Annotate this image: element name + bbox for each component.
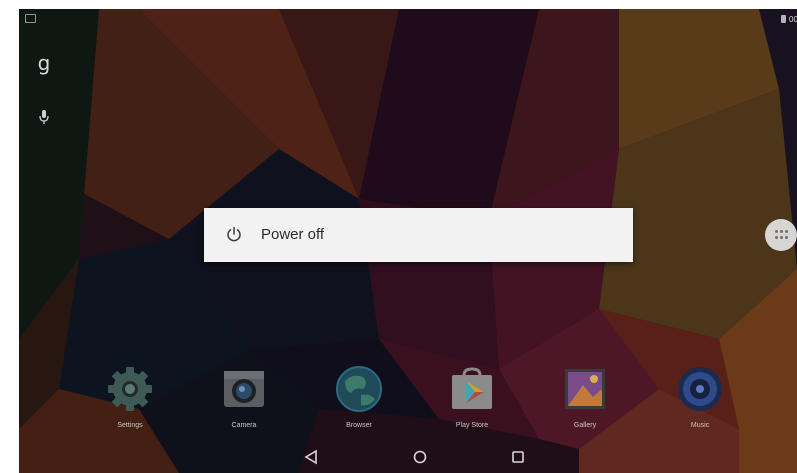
home-button[interactable] — [405, 447, 435, 467]
navigation-bar — [19, 441, 797, 473]
screen: 00 g Settings Camera Browser Play Store … — [0, 0, 797, 473]
status-clock: 00 — [789, 14, 797, 24]
app-label: Settings — [117, 422, 143, 429]
play-store-icon — [452, 367, 492, 409]
app-label: Camera — [231, 422, 257, 429]
status-right: 00 — [781, 13, 797, 25]
music-icon — [678, 367, 722, 411]
back-icon — [304, 449, 317, 465]
home-icon — [413, 450, 427, 464]
microphone-icon[interactable] — [37, 108, 51, 126]
dock-app-settings[interactable]: Settings — [90, 361, 170, 441]
dock: Settings Camera Browser Play Store Galle… — [19, 361, 797, 441]
app-grid-icon — [775, 230, 789, 240]
power-off-label: Power off — [261, 226, 325, 243]
dock-app-camera[interactable]: Camera — [204, 361, 284, 441]
status-bar: 00 — [19, 9, 797, 31]
battery-icon — [781, 15, 786, 23]
app-label: Music — [690, 422, 710, 429]
camera-icon — [224, 371, 264, 407]
power-icon — [227, 226, 241, 242]
app-label: Gallery — [573, 422, 597, 429]
all-apps-button[interactable] — [765, 219, 797, 251]
app-label: Play Store — [455, 422, 489, 429]
gallery-icon — [565, 369, 605, 409]
back-button[interactable] — [296, 447, 326, 467]
dock-app-play-store[interactable]: Play Store — [432, 361, 512, 441]
recents-icon — [512, 451, 524, 463]
app-label: Browser — [346, 422, 372, 429]
dock-app-gallery[interactable]: Gallery — [545, 361, 625, 441]
dock-app-browser[interactable]: Browser — [319, 361, 399, 441]
recents-button[interactable] — [503, 447, 533, 467]
dock-app-music[interactable]: Music — [660, 361, 740, 441]
settings-icon — [108, 367, 152, 411]
notification-icon — [25, 14, 36, 23]
tablet-screen: 00 g Settings Camera Browser Play Store … — [19, 9, 797, 473]
power-off-option[interactable]: Power off — [204, 208, 633, 262]
google-search-icon[interactable]: g — [35, 52, 53, 74]
browser-icon — [336, 366, 382, 412]
